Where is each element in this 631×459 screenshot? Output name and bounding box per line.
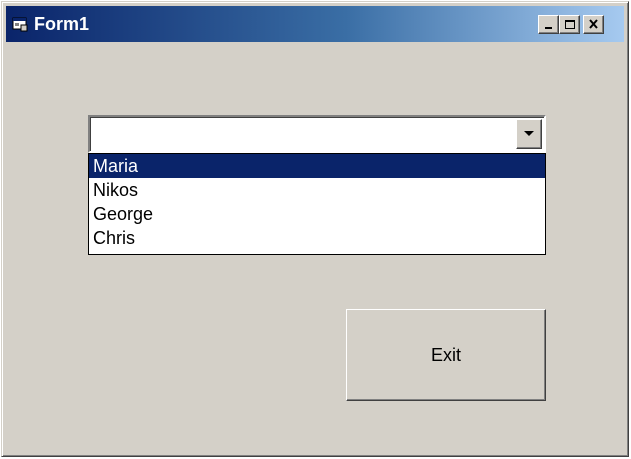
chevron-down-icon (524, 131, 534, 136)
combobox-dropdown-button[interactable] (516, 119, 542, 149)
window-title: Form1 (34, 14, 90, 34)
form-window: Form1 Maria Nikos George Chris Exit (1, 1, 629, 457)
title-bar[interactable]: Form1 (6, 6, 624, 42)
dropdown-item-chris[interactable]: Chris (89, 226, 545, 250)
maximize-button[interactable] (559, 15, 580, 34)
close-icon (589, 19, 598, 29)
name-combobox[interactable] (88, 115, 546, 153)
form-app-icon[interactable] (12, 16, 28, 32)
minimize-button[interactable] (538, 15, 559, 34)
dropdown-item-nikos[interactable]: Nikos (89, 178, 545, 202)
combobox-dropdown-list[interactable]: Maria Nikos George Chris (88, 153, 546, 255)
minimize-icon (545, 27, 552, 29)
maximize-icon (565, 20, 575, 29)
dropdown-item-maria[interactable]: Maria (89, 154, 545, 178)
close-button[interactable] (583, 15, 604, 34)
exit-button[interactable]: Exit (346, 309, 546, 401)
dropdown-item-george[interactable]: George (89, 202, 545, 226)
